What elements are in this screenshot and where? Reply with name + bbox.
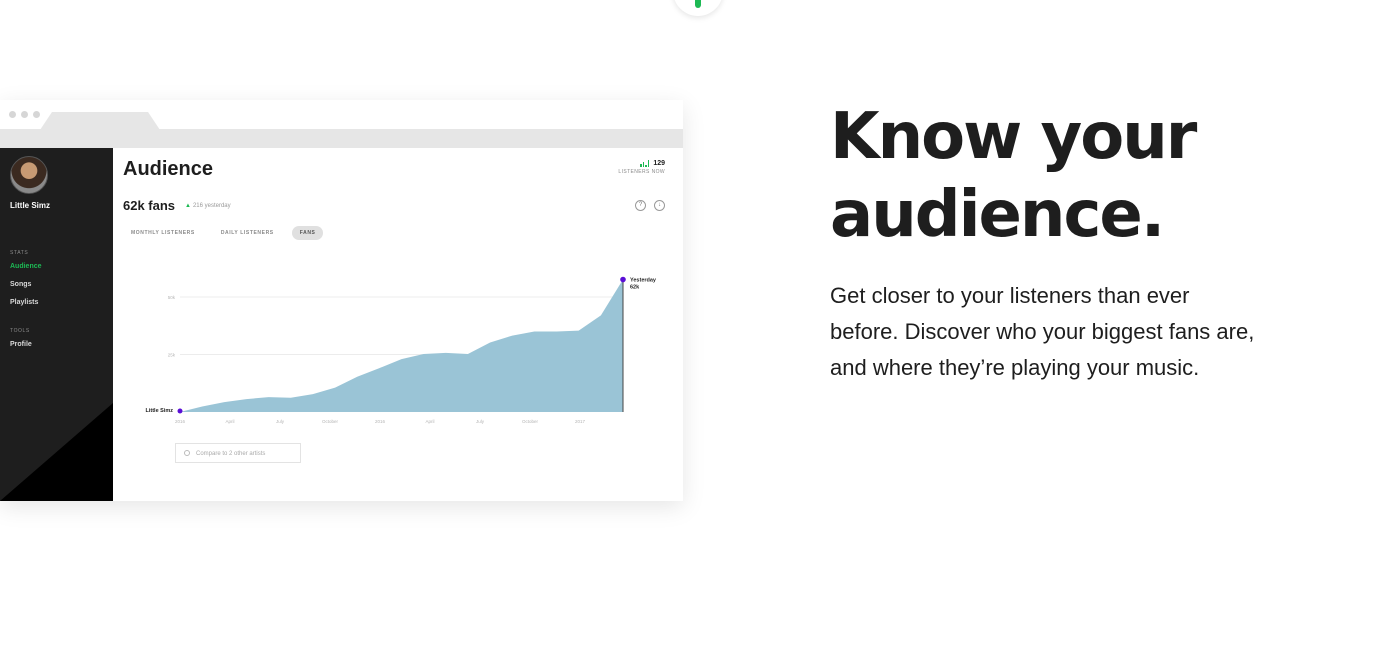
x-tick-label: April [225, 419, 234, 424]
fans-area-chart: 50k 25k Little Simz Yesterday62k 2016 April Ju… [145, 276, 657, 424]
y-tick-label: 50k [168, 295, 176, 300]
browser-tab [40, 112, 160, 130]
x-tick-label: October [322, 419, 339, 424]
compare-placeholder: Compare to 2 other artists [196, 451, 266, 457]
browser-toolbar [0, 129, 683, 148]
sidebar-item-profile[interactable]: Profile [10, 341, 32, 348]
green-arrow-icon [695, 0, 701, 8]
description-line-2: before. Discover who your biggest fans a… [830, 319, 1255, 344]
x-tick-label: July [476, 419, 485, 424]
section-description: Get closer to your listeners than ever b… [830, 278, 1350, 386]
browser-titlebar [0, 100, 683, 148]
dashboard-mockup-window: Little Simz STATS Audience Songs Playlis… [0, 100, 683, 501]
window-minimize-dot [21, 111, 28, 118]
end-point-marker [620, 276, 626, 283]
start-series-label: Little Simz [145, 408, 173, 414]
x-tick-label: October [522, 419, 539, 424]
x-tick-label: April [425, 419, 434, 424]
scroll-indicator[interactable] [673, 0, 723, 16]
sidebar: Little Simz STATS Audience Songs Playlis… [0, 148, 113, 501]
headline-line-1: Know your [830, 100, 1197, 174]
x-tick-label: 2017 [575, 419, 586, 424]
window-close-dot [9, 111, 16, 118]
headline-line-2: audience. [830, 178, 1165, 252]
start-point-marker [177, 408, 183, 414]
artist-name: Little Simz [10, 201, 51, 210]
x-tick-label: 2016 [175, 419, 186, 424]
end-value-label: 62k [630, 285, 640, 291]
x-tick-label: 2016 [375, 419, 386, 424]
main-panel: Audience 129 LISTENERS NOW 62k fans ▲ 216… [113, 148, 683, 501]
compare-artists-input[interactable]: Compare to 2 other artists [175, 443, 301, 463]
window-zoom-dot [33, 111, 40, 118]
description-line-1: Get closer to your listeners than ever [830, 283, 1190, 308]
artist-avatar[interactable] [10, 156, 48, 194]
y-tick-label: 25k [168, 353, 176, 358]
stats-heading: STATS [10, 250, 29, 256]
search-icon [184, 450, 190, 457]
x-tick-label: July [276, 419, 285, 424]
sidebar-item-audience[interactable]: Audience [10, 263, 42, 270]
section-headline: Know your audience. [830, 98, 1350, 254]
description-line-3: and where they’re playing your music. [830, 355, 1200, 380]
end-date-label: Yesterday [630, 278, 657, 284]
sidebar-item-playlists[interactable]: Playlists [10, 299, 38, 306]
tools-heading: TOOLS [10, 328, 30, 334]
fans-area-series [180, 279, 623, 412]
sidebar-item-songs[interactable]: Songs [10, 281, 31, 288]
